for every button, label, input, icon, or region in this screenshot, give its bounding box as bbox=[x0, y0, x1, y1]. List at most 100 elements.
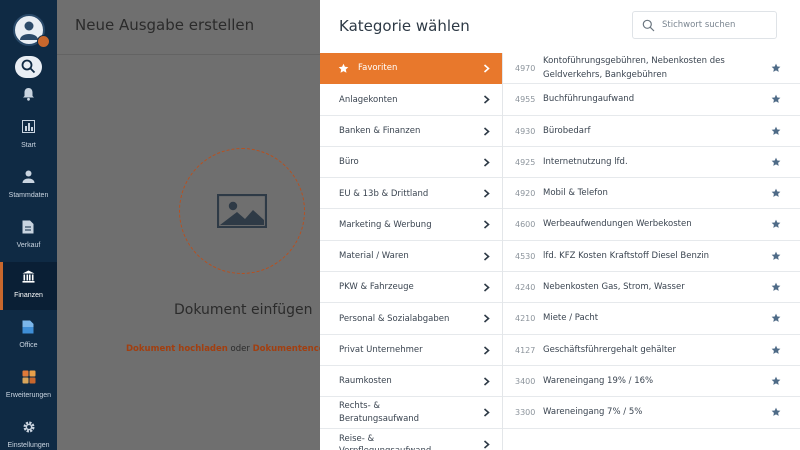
category-label: EU & 13b & Drittland bbox=[339, 188, 429, 199]
chevron-right-icon bbox=[483, 346, 490, 355]
account-number: 4920 bbox=[515, 189, 536, 199]
category-item-privat-unternehmer[interactable]: Privat Unternehmer bbox=[320, 335, 502, 366]
nav-label: Verkauf bbox=[16, 242, 41, 249]
star-icon[interactable] bbox=[771, 251, 781, 261]
nav-item-stammdaten[interactable]: Stammdaten bbox=[0, 162, 57, 210]
account-row[interactable]: 3400 Wareneingang 19% / 16% bbox=[503, 366, 800, 398]
category-item-banken-finanzen[interactable]: Banken & Finanzen bbox=[320, 116, 502, 147]
account-number: 4240 bbox=[515, 283, 536, 293]
chevron-right-icon bbox=[483, 189, 490, 198]
account-number: 4210 bbox=[515, 314, 536, 324]
keyword-search-box[interactable] bbox=[632, 11, 777, 39]
drop-zone-links: Dokument hochladen oder Dokumentencontai bbox=[126, 344, 343, 354]
account-name: Buchführungaufwand bbox=[543, 94, 635, 105]
grid-icon bbox=[22, 370, 36, 384]
account-row[interactable]: 4600 Werbeaufwendungen Werbekosten bbox=[503, 209, 800, 241]
category-item-marketing-werbung[interactable]: Marketing & Werbung bbox=[320, 209, 502, 241]
account-row[interactable]: 4530 lfd. KFZ Kosten Kraftstoff Diesel B… bbox=[503, 241, 800, 273]
category-label: Favoriten bbox=[358, 63, 398, 74]
chevron-right-icon bbox=[483, 64, 490, 73]
star-icon[interactable] bbox=[771, 407, 781, 417]
category-panel: Kategorie wählen Favoriten Anlagekonten … bbox=[320, 0, 800, 450]
nav-item-verkauf[interactable]: Verkauf bbox=[0, 212, 57, 260]
nav-item-einstellungen[interactable]: Einstellungen bbox=[0, 412, 57, 450]
account-name: Miete / Pacht bbox=[543, 313, 599, 324]
star-icon[interactable] bbox=[771, 313, 781, 323]
bank-icon bbox=[22, 270, 35, 283]
star-icon[interactable] bbox=[771, 94, 781, 104]
star-icon bbox=[338, 63, 349, 73]
category-item-reise-verpflegungsaufwand[interactable]: Reise- & Verpflegungsaufwand bbox=[320, 429, 502, 450]
account-row[interactable]: 4210 Miete / Pacht bbox=[503, 303, 800, 335]
star-icon[interactable] bbox=[771, 376, 781, 386]
category-item-buero[interactable]: Büro bbox=[320, 147, 502, 179]
nav-label: Einstellungen bbox=[7, 442, 50, 449]
account-row[interactable]: 4970 Kontoführungsgebühren, Nebenkosten … bbox=[503, 53, 800, 85]
account-name: lfd. KFZ Kosten Kraftstoff Diesel Benzin bbox=[543, 250, 710, 261]
user-icon bbox=[20, 21, 38, 40]
account-name: Wareneingang 19% / 16% bbox=[543, 375, 654, 386]
star-icon[interactable] bbox=[771, 345, 781, 355]
keyword-search-input[interactable] bbox=[662, 17, 772, 33]
nav-item-start[interactable]: Start bbox=[0, 112, 57, 160]
document-icon bbox=[22, 220, 34, 234]
person-icon bbox=[22, 170, 35, 183]
page-title: Neue Ausgabe erstellen bbox=[75, 16, 255, 34]
user-avatar[interactable] bbox=[13, 14, 50, 48]
nav-label: Start bbox=[21, 142, 36, 149]
nav-item-office[interactable]: Office bbox=[0, 312, 57, 360]
category-label: Personal & Sozialabgaben bbox=[339, 313, 450, 324]
star-icon[interactable] bbox=[771, 219, 781, 229]
account-name: Internetnutzung lfd. bbox=[543, 156, 628, 167]
category-item-material-waren[interactable]: Material / Waren bbox=[320, 241, 502, 273]
star-icon[interactable] bbox=[771, 157, 781, 167]
category-label: Privat Unternehmer bbox=[339, 345, 423, 356]
account-row[interactable]: 4925 Internetnutzung lfd. bbox=[503, 147, 800, 179]
account-number: 4970 bbox=[515, 64, 536, 73]
nav-label: Stammdaten bbox=[8, 192, 49, 199]
or-text: oder bbox=[227, 344, 253, 354]
account-number: 4925 bbox=[515, 157, 536, 167]
account-name: Mobil & Telefon bbox=[543, 188, 608, 199]
category-label: Rechts- & Beratungsaufwand bbox=[339, 401, 420, 424]
upload-document-link[interactable]: Dokument hochladen bbox=[126, 344, 228, 354]
account-row[interactable]: 4240 Nebenkosten Gas, Strom, Wasser bbox=[503, 272, 800, 304]
account-row[interactable]: 4955 Buchführungaufwand bbox=[503, 84, 800, 116]
nav-label: Office bbox=[19, 342, 38, 349]
chart-icon bbox=[22, 120, 35, 133]
star-icon[interactable] bbox=[771, 126, 781, 136]
account-row[interactable]: 3300 Wareneingang 7% / 5% bbox=[503, 397, 800, 429]
star-icon[interactable] bbox=[771, 188, 781, 198]
star-icon[interactable] bbox=[771, 282, 781, 292]
chevron-right-icon bbox=[483, 95, 490, 104]
document-drop-zone[interactable] bbox=[179, 148, 305, 274]
search-icon bbox=[21, 59, 36, 74]
chevron-right-icon bbox=[483, 377, 490, 386]
account-row[interactable]: 4920 Mobil & Telefon bbox=[503, 178, 800, 210]
category-item-anlagekonten[interactable]: Anlagekonten bbox=[320, 84, 502, 116]
category-item-favoriten[interactable]: Favoriten bbox=[320, 53, 502, 85]
category-item-pkw-fahrzeuge[interactable]: PKW & Fahrzeuge bbox=[320, 272, 502, 304]
category-item-raumkosten[interactable]: Raumkosten bbox=[320, 366, 502, 398]
category-label: Reise- & Verpflegungsaufwand bbox=[339, 433, 431, 450]
settings-badge-icon bbox=[37, 35, 50, 48]
account-row[interactable]: 4930 Bürobedarf bbox=[503, 116, 800, 147]
nav-item-finanzen[interactable]: Finanzen bbox=[0, 262, 57, 310]
star-icon[interactable] bbox=[771, 63, 781, 73]
bell-icon[interactable] bbox=[22, 87, 35, 101]
category-item-eu-drittland[interactable]: EU & 13b & Drittland bbox=[320, 178, 502, 210]
account-row[interactable]: 4127 Geschäftsführergehalt gehälter bbox=[503, 335, 800, 366]
account-number: 4930 bbox=[515, 126, 536, 136]
account-name: Wareneingang 7% / 5% bbox=[543, 407, 643, 418]
account-name: Geschäftsführergehalt gehälter bbox=[543, 344, 677, 355]
account-name: Nebenkosten Gas, Strom, Wasser bbox=[543, 281, 685, 292]
nav-search-button[interactable] bbox=[15, 56, 42, 78]
account-number: 4955 bbox=[515, 95, 536, 105]
category-item-rechts-beratungsaufwand[interactable]: Rechts- & Beratungsaufwand bbox=[320, 397, 502, 429]
chevron-right-icon bbox=[483, 439, 490, 449]
category-item-personal-sozialabgaben[interactable]: Personal & Sozialabgaben bbox=[320, 303, 502, 335]
nav-item-erweiterungen[interactable]: Erweiterungen bbox=[0, 362, 57, 410]
account-number: 4127 bbox=[515, 345, 536, 355]
chevron-right-icon bbox=[483, 314, 490, 323]
image-icon bbox=[217, 194, 267, 228]
